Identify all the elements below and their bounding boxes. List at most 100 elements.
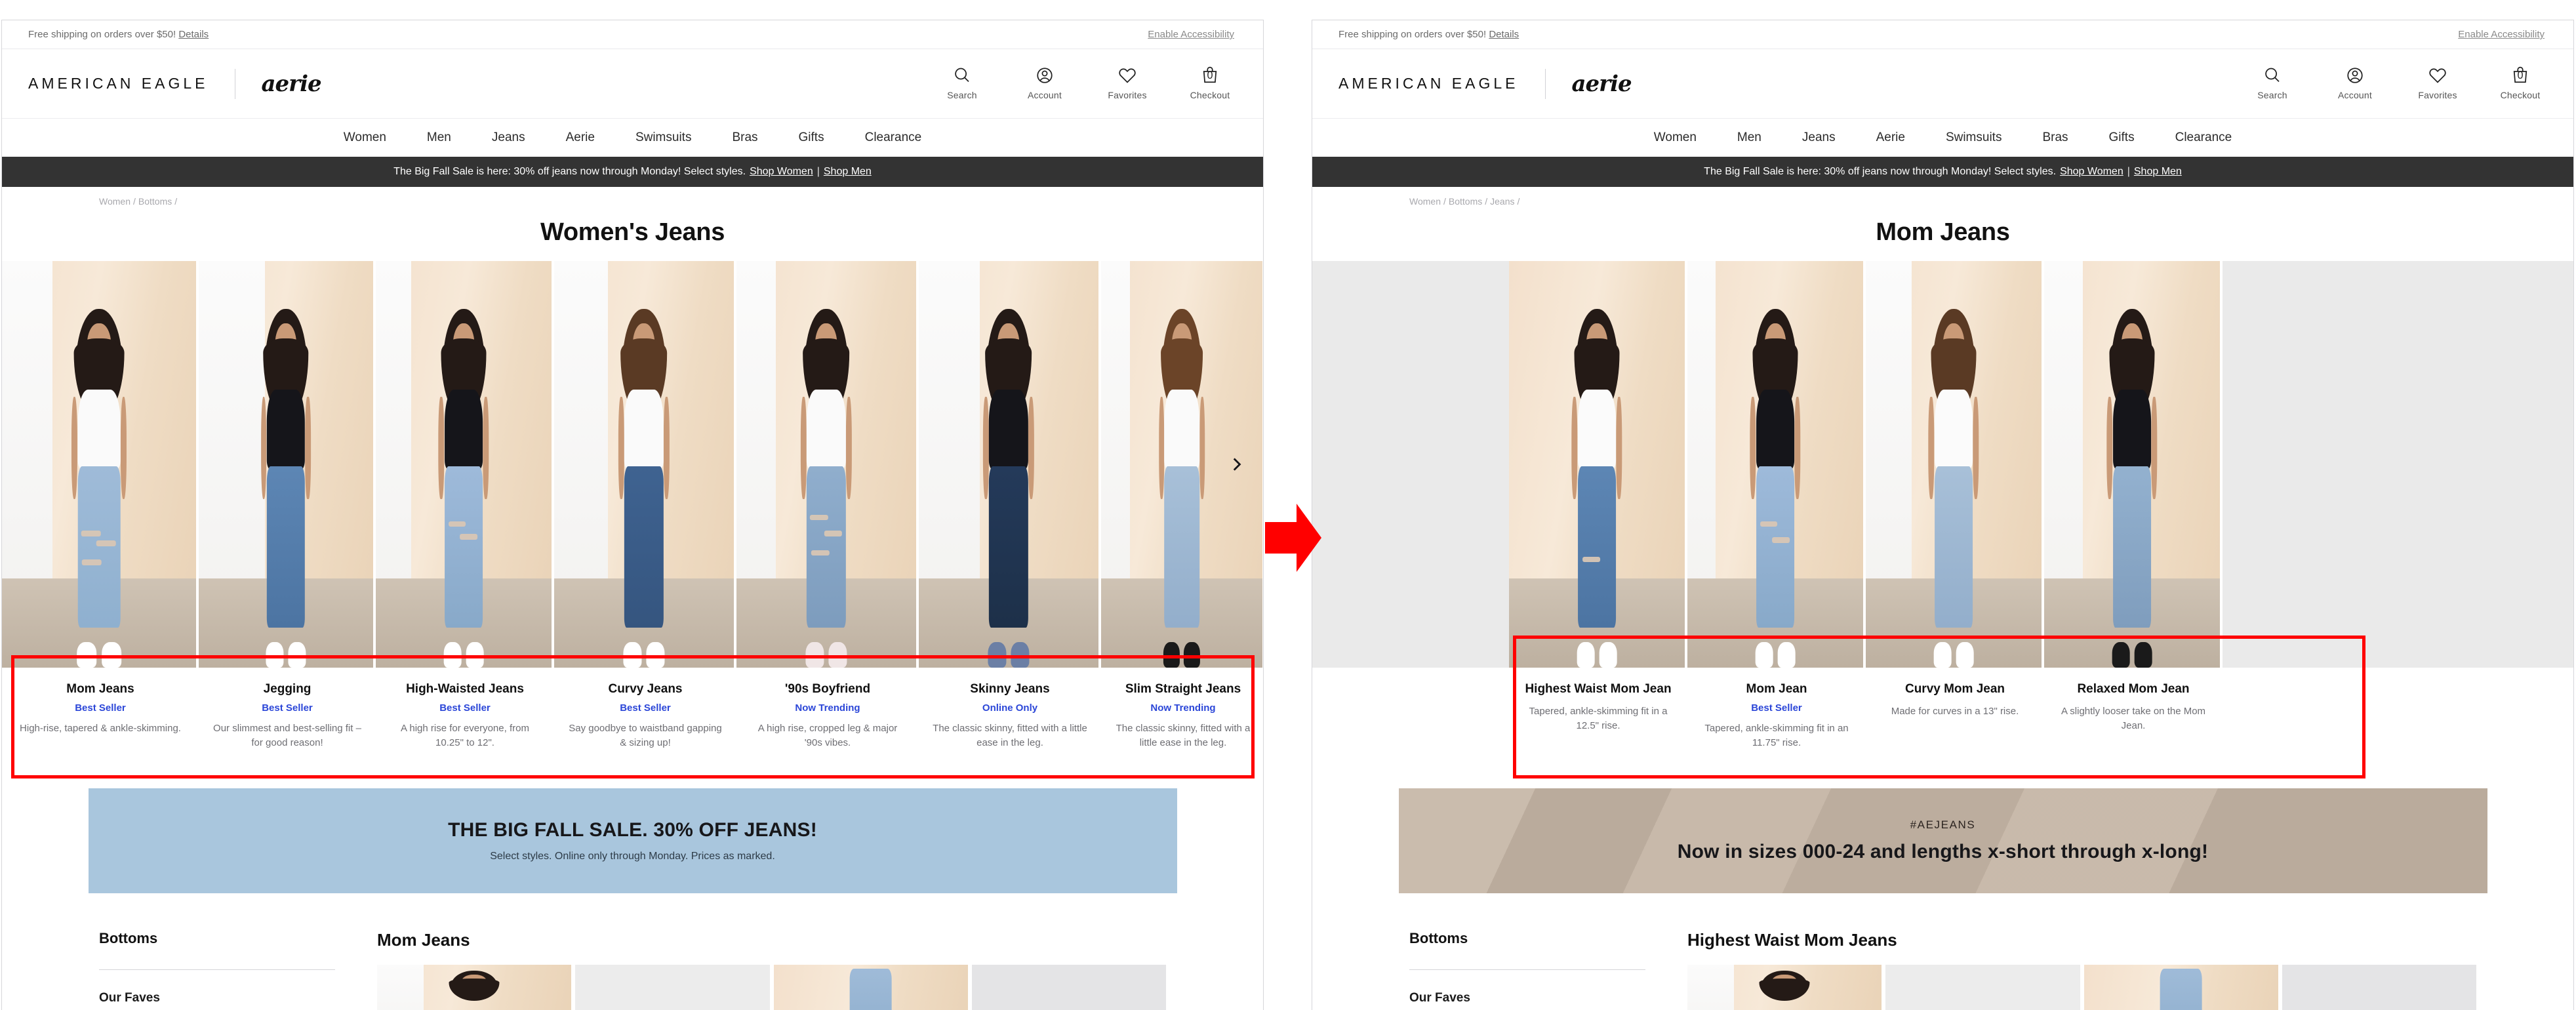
checkout-button[interactable]: 0 Checkout: [2496, 66, 2545, 102]
nav-item-women[interactable]: Women: [344, 131, 386, 145]
shop-women-link[interactable]: Shop Women: [750, 166, 813, 178]
nav-item-aerie[interactable]: Aerie: [566, 131, 595, 145]
nav-item-gifts[interactable]: Gifts: [799, 131, 824, 145]
carousel-slide[interactable]: [376, 261, 554, 668]
carousel-slide[interactable]: [2044, 261, 2223, 668]
nav-item-swimsuits[interactable]: Swimsuits: [635, 131, 692, 145]
product-card[interactable]: [377, 964, 572, 1010]
carousel-caption[interactable]: High-Waisted Jeans Best Seller A high ri…: [376, 682, 554, 750]
carousel-caption[interactable]: Slim Straight Jeans Now Trending The cla…: [1101, 682, 1263, 750]
sale-banner[interactable]: THE BIG FALL SALE. 30% OFF JEANS! Select…: [88, 788, 1177, 893]
carousel-caption[interactable]: Jegging Best Seller Our slimmest and bes…: [199, 682, 376, 750]
carousel-slide[interactable]: [554, 261, 736, 668]
product-grid: [1687, 964, 2476, 1010]
search-button[interactable]: Search: [938, 66, 986, 102]
fit-desc: A high rise, cropped leg & major '90s vi…: [757, 723, 898, 748]
logo-group: AMERICAN EAGLE aerie: [1338, 68, 1632, 99]
carousel-caption[interactable]: Relaxed Mom Jean A slightly looser take …: [2044, 682, 2223, 750]
product-card[interactable]: [1687, 964, 1882, 1010]
breadcrumb-bottoms[interactable]: Bottoms: [138, 196, 172, 207]
fit-tag: Best Seller: [75, 702, 126, 714]
product-card[interactable]: [773, 964, 968, 1010]
checkout-button[interactable]: 0 Checkout: [1186, 66, 1234, 102]
favorites-icon: [2429, 68, 2446, 83]
facet-divider: [1409, 969, 1645, 970]
fit-desc: Say goodbye to waistband gapping & sizin…: [569, 723, 722, 748]
american-eagle-logo[interactable]: AMERICAN EAGLE: [1338, 75, 1519, 92]
promo-text: The Big Fall Sale is here: 30% off jeans…: [393, 166, 746, 177]
facet-item-our-faves[interactable]: Our Faves: [99, 991, 335, 1005]
size-banner[interactable]: #AEJEANS Now in sizes 000-24 and lengths…: [1398, 788, 2487, 893]
nav-item-clearance[interactable]: Clearance: [865, 131, 922, 145]
nav-item-gifts[interactable]: Gifts: [2109, 131, 2135, 145]
carousel-caption[interactable]: Curvy Mom Jean Made for curves in a 13" …: [1866, 682, 2044, 750]
carousel-caption[interactable]: Mom Jean Best Seller Tapered, ankle-skim…: [1687, 682, 1866, 750]
product-card[interactable]: [1885, 964, 2080, 1010]
search-button[interactable]: Search: [2248, 66, 2297, 102]
enable-accessibility-link[interactable]: Enable Accessibility: [1148, 29, 1234, 40]
carousel-slide[interactable]: [1687, 261, 1866, 668]
enable-accessibility-link[interactable]: Enable Accessibility: [2458, 29, 2545, 40]
brand-header: AMERICAN EAGLE aerie Search Account Favo…: [2, 49, 1263, 119]
account-button[interactable]: Account: [1020, 66, 1069, 102]
breadcrumb-women[interactable]: Women: [99, 196, 131, 207]
carousel-caption[interactable]: Curvy Jeans Best Seller Say goodbye to w…: [554, 682, 736, 750]
nav-item-bras[interactable]: Bras: [2042, 131, 2068, 145]
breadcrumb-jeans[interactable]: Jeans: [1490, 196, 1514, 207]
fit-desc: The classic skinny, fitted with a little…: [933, 723, 1087, 748]
nav-item-jeans[interactable]: Jeans: [492, 131, 525, 145]
shop-women-link[interactable]: Shop Women: [2060, 166, 2123, 178]
nav-item-bras[interactable]: Bras: [732, 131, 757, 145]
fit-name: Highest Waist Mom Jean: [1525, 682, 1672, 696]
carousel-caption[interactable]: Highest Waist Mom Jean Tapered, ankle-sk…: [1509, 682, 1687, 750]
results-area: Highest Waist Mom Jeans: [1687, 930, 2476, 1010]
product-card[interactable]: [2282, 964, 2476, 1010]
nav-item-swimsuits[interactable]: Swimsuits: [1946, 131, 2002, 145]
carousel-slide[interactable]: [199, 261, 376, 668]
fit-name: Jegging: [263, 682, 312, 696]
favorites-button[interactable]: Favorites: [2413, 66, 2462, 102]
carousel-caption[interactable]: Mom Jeans Best Seller High-rise, tapered…: [2, 682, 199, 750]
shipping-promo: Free shipping on orders over $50! Detail…: [1338, 29, 1519, 40]
carousel-slide[interactable]: [2, 261, 199, 668]
breadcrumb-bottoms[interactable]: Bottoms: [1449, 196, 1482, 207]
favorites-button[interactable]: Favorites: [1103, 66, 1152, 102]
carousel-slide[interactable]: [1509, 261, 1687, 668]
product-photo: [2044, 261, 2220, 668]
search-label: Search: [2257, 90, 2287, 100]
carousel-next-button[interactable]: [1224, 452, 1249, 477]
facet-item-our-faves[interactable]: Our Faves: [1409, 991, 1645, 1005]
carousel-slide[interactable]: [919, 261, 1101, 668]
nav-item-women[interactable]: Women: [1654, 131, 1697, 145]
shop-men-link[interactable]: Shop Men: [824, 166, 872, 178]
aerie-logo[interactable]: aerie: [262, 71, 322, 97]
carousel-caption[interactable]: '90s Boyfriend Now Trending A high rise,…: [736, 682, 919, 750]
product-card[interactable]: [2083, 964, 2278, 1010]
header-icon-group: Search Account Favorites 0 Checkout: [2248, 66, 2545, 102]
nav-item-clearance[interactable]: Clearance: [2175, 131, 2232, 145]
utility-bar: Free shipping on orders over $50! Detail…: [2, 20, 1263, 49]
size-banner-hashtag: #AEJEANS: [1910, 818, 1976, 831]
breadcrumb-women[interactable]: Women: [1409, 196, 1441, 207]
product-photo: [376, 261, 552, 668]
shipping-details-link[interactable]: Details: [178, 29, 209, 40]
product-card[interactable]: [971, 964, 1166, 1010]
shipping-details-link[interactable]: Details: [1489, 29, 1519, 40]
carousel-caption[interactable]: Skinny Jeans Online Only The classic ski…: [919, 682, 1101, 750]
aerie-logo[interactable]: aerie: [1572, 71, 1632, 97]
favorites-label: Favorites: [2418, 90, 2457, 100]
favorites-label: Favorites: [1108, 90, 1147, 100]
product-card[interactable]: [575, 964, 770, 1010]
account-button[interactable]: Account: [2331, 66, 2379, 102]
nav-item-men[interactable]: Men: [427, 131, 451, 145]
carousel-slide[interactable]: [736, 261, 919, 668]
shop-men-link[interactable]: Shop Men: [2134, 166, 2182, 178]
american-eagle-logo[interactable]: AMERICAN EAGLE: [28, 75, 209, 92]
utility-bar: Free shipping on orders over $50! Detail…: [1312, 20, 2573, 49]
carousel-slide[interactable]: [1866, 261, 2044, 668]
nav-item-jeans[interactable]: Jeans: [1802, 131, 1836, 145]
fit-desc: A slightly looser take on the Mom Jean.: [2061, 706, 2206, 731]
nav-item-men[interactable]: Men: [1737, 131, 1761, 145]
nav-item-aerie[interactable]: Aerie: [1876, 131, 1905, 145]
fit-tag: Best Seller: [439, 702, 491, 714]
